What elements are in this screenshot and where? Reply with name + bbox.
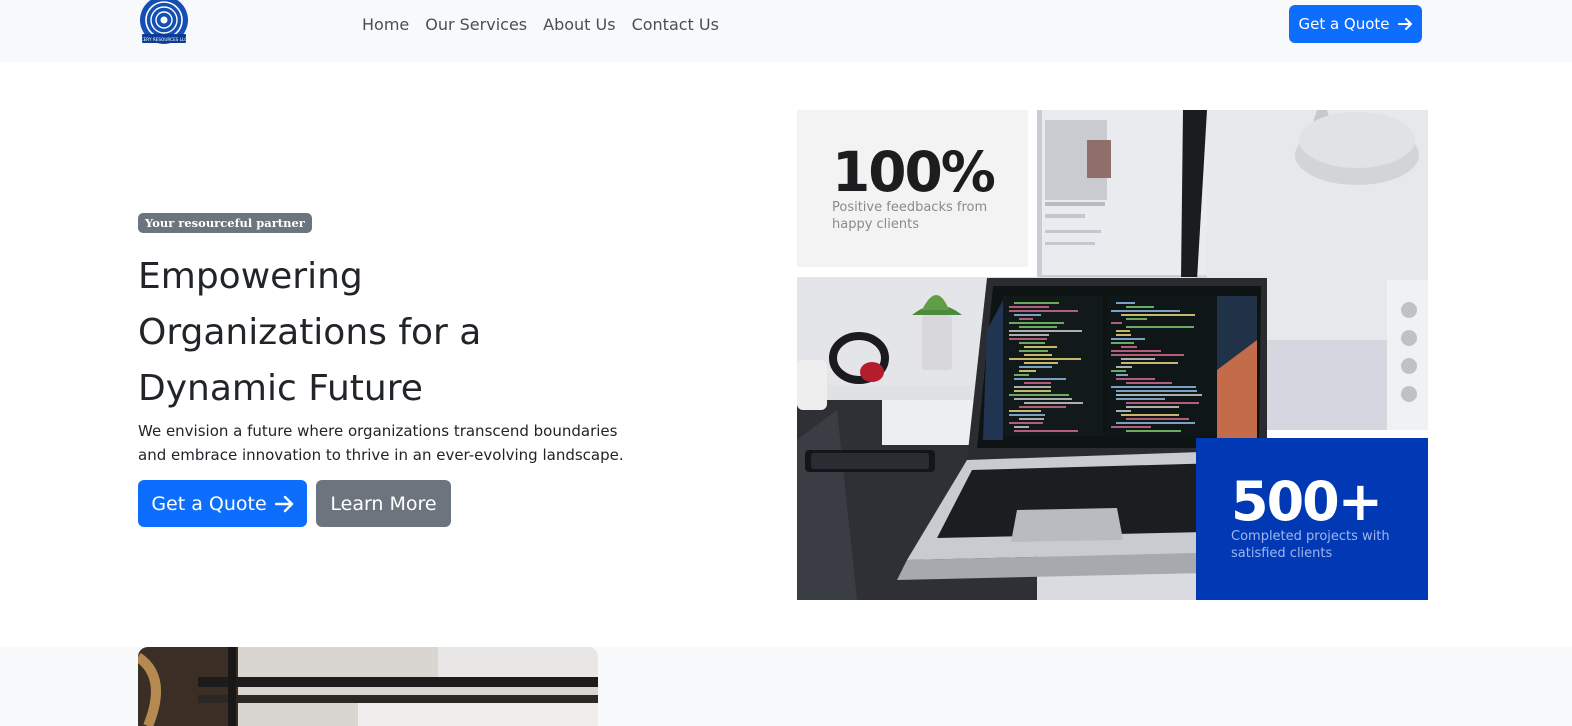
code-line <box>1009 394 1069 396</box>
code-line <box>1111 322 1122 324</box>
code-line <box>1014 378 1066 380</box>
hero-learn-more-button[interactable]: Learn More <box>316 480 451 527</box>
code-line <box>1024 346 1057 348</box>
code-line <box>1121 358 1155 360</box>
stat-card-completed-projects: 500+ Completed projects with satisfied c… <box>1196 438 1428 600</box>
code-line <box>1019 318 1033 320</box>
stat-text-500: Completed projects with satisfied client… <box>1231 529 1390 561</box>
logo-emblem-icon: CERY RESOURCES LLC <box>140 0 188 44</box>
navbar: CERY RESOURCES LLC Home Our Services Abo… <box>0 0 1572 62</box>
code-line <box>1126 406 1179 408</box>
code-line <box>1009 334 1049 336</box>
code-line <box>1116 390 1197 392</box>
code-line <box>1009 322 1064 324</box>
code-line <box>1014 390 1051 392</box>
nav-about-us[interactable]: About Us <box>535 14 623 36</box>
hero-title: Empowering Organizations for a Dynamic F… <box>138 256 482 409</box>
code-line <box>1121 362 1178 364</box>
hero-get-quote-button[interactable]: Get a Quote <box>138 480 307 527</box>
code-line <box>1126 382 1172 384</box>
nav-contact-us[interactable]: Contact Us <box>624 14 727 36</box>
hero-get-quote-label: Get a Quote <box>151 492 267 515</box>
code-line <box>1126 318 1147 320</box>
hero-collage: 100% Positive feedbacks from happy clien… <box>797 110 1428 600</box>
code-line <box>1019 406 1066 408</box>
code-line <box>1009 306 1049 308</box>
hero-buttons: Get a Quote Learn More <box>138 480 451 527</box>
stat-number-100: 100% <box>832 140 996 204</box>
code-line <box>1121 346 1137 348</box>
code-line <box>1024 362 1058 364</box>
code-line <box>1126 402 1199 404</box>
code-line <box>1111 426 1151 428</box>
logo-text: CERY RESOURCES LLC <box>141 37 188 42</box>
nav-get-quote-button[interactable]: Get a Quote <box>1289 5 1422 43</box>
code-line <box>1014 314 1041 316</box>
code-line <box>1111 354 1184 356</box>
code-line <box>1014 302 1059 304</box>
code-line <box>1111 342 1134 344</box>
code-line <box>1014 398 1072 400</box>
code-line <box>1116 334 1131 336</box>
code-line <box>1019 342 1045 344</box>
code-line <box>1009 330 1082 332</box>
nav-get-quote-label: Get a Quote <box>1298 15 1390 33</box>
code-line <box>1116 422 1195 424</box>
stat-number-500: 500+ <box>1231 470 1383 533</box>
code-line <box>1116 398 1165 400</box>
code-line <box>1116 330 1130 332</box>
code-line <box>1126 306 1154 308</box>
nav-home[interactable]: Home <box>354 14 417 36</box>
code-line <box>1116 378 1155 380</box>
code-line <box>1024 382 1051 384</box>
code-line <box>1009 358 1081 360</box>
stat-card-positive-feedback: 100% Positive feedbacks from happy clien… <box>797 110 1028 267</box>
code-line <box>1019 418 1044 420</box>
code-line <box>1014 386 1051 388</box>
code-line <box>1014 426 1029 428</box>
code-line <box>1116 374 1128 376</box>
code-line <box>1116 410 1131 412</box>
hero-badge: Your resourceful partner <box>138 213 312 233</box>
services-section <box>0 647 1572 726</box>
code-line <box>1126 326 1194 328</box>
code-line <box>1111 386 1196 388</box>
code-line <box>1024 354 1052 356</box>
code-line <box>1111 338 1145 340</box>
hero-learn-more-label: Learn More <box>330 492 437 515</box>
code-line <box>1009 338 1047 340</box>
code-line <box>1126 430 1181 432</box>
code-line <box>1009 410 1041 412</box>
services-section-image <box>138 647 598 726</box>
code-line <box>1121 314 1195 316</box>
arrow-right-icon <box>274 495 294 513</box>
stat-text-100: Positive feedbacks from happy clients <box>832 200 988 232</box>
code-line <box>1009 310 1078 312</box>
code-line <box>1111 350 1161 352</box>
code-line <box>1116 394 1202 396</box>
nav-links: Home Our Services About Us Contact Us <box>354 14 727 36</box>
code-line <box>1019 326 1057 328</box>
code-line <box>1014 374 1029 376</box>
code-line <box>1116 366 1132 368</box>
code-line <box>1121 414 1179 416</box>
code-line <box>1116 302 1135 304</box>
code-line <box>1111 310 1180 312</box>
hero-description: We envision a future where organizations… <box>138 422 624 464</box>
code-line <box>1019 366 1052 368</box>
arrow-right-icon <box>1397 17 1413 31</box>
logo[interactable]: CERY RESOURCES LLC <box>138 0 190 48</box>
window-frame-image <box>138 647 598 726</box>
nav-our-services[interactable]: Our Services <box>417 14 535 36</box>
code-line <box>1009 414 1045 416</box>
code-line <box>1009 422 1043 424</box>
code-line <box>1126 418 1189 420</box>
code-line <box>1014 430 1078 432</box>
code-line <box>1024 402 1083 404</box>
code-line <box>1019 370 1036 372</box>
hero-content: Your resourceful partner Empowering Orga… <box>138 212 638 527</box>
code-line <box>1019 350 1048 352</box>
code-line <box>1111 370 1126 372</box>
